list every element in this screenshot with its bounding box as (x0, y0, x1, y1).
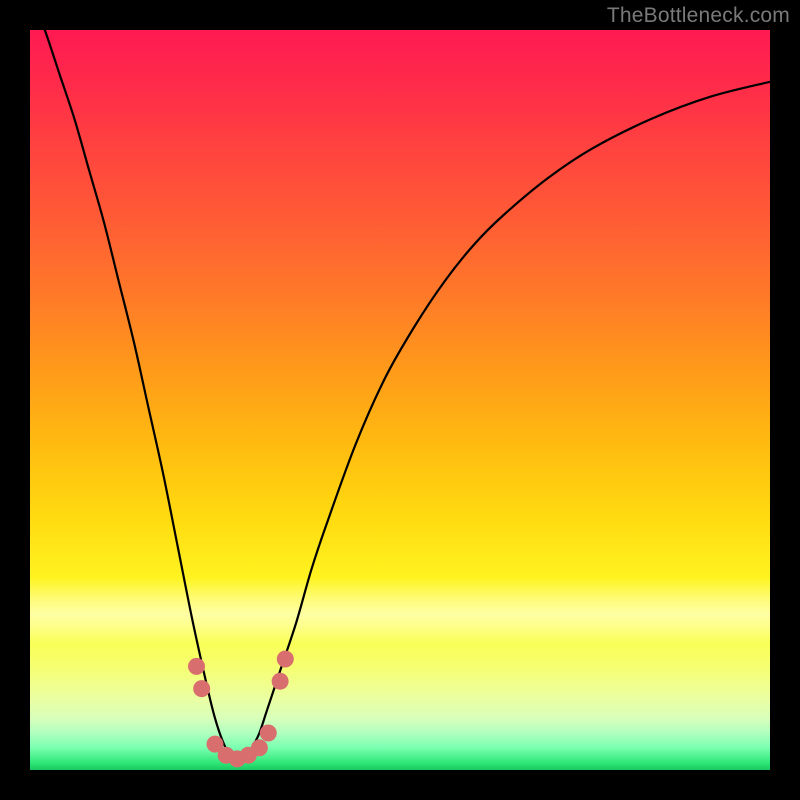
curve-layer (30, 30, 770, 770)
marker-dot (251, 739, 268, 756)
watermark-label: TheBottleneck.com (607, 4, 790, 28)
chart-frame: TheBottleneck.com (0, 0, 800, 800)
bottleneck-curve (30, 30, 770, 763)
marker-dot (272, 673, 289, 690)
marker-dot (188, 658, 205, 675)
marker-dot (260, 725, 277, 742)
marker-dot (193, 680, 210, 697)
curve-markers (188, 651, 294, 768)
marker-dot (277, 651, 294, 668)
plot-area (30, 30, 770, 770)
